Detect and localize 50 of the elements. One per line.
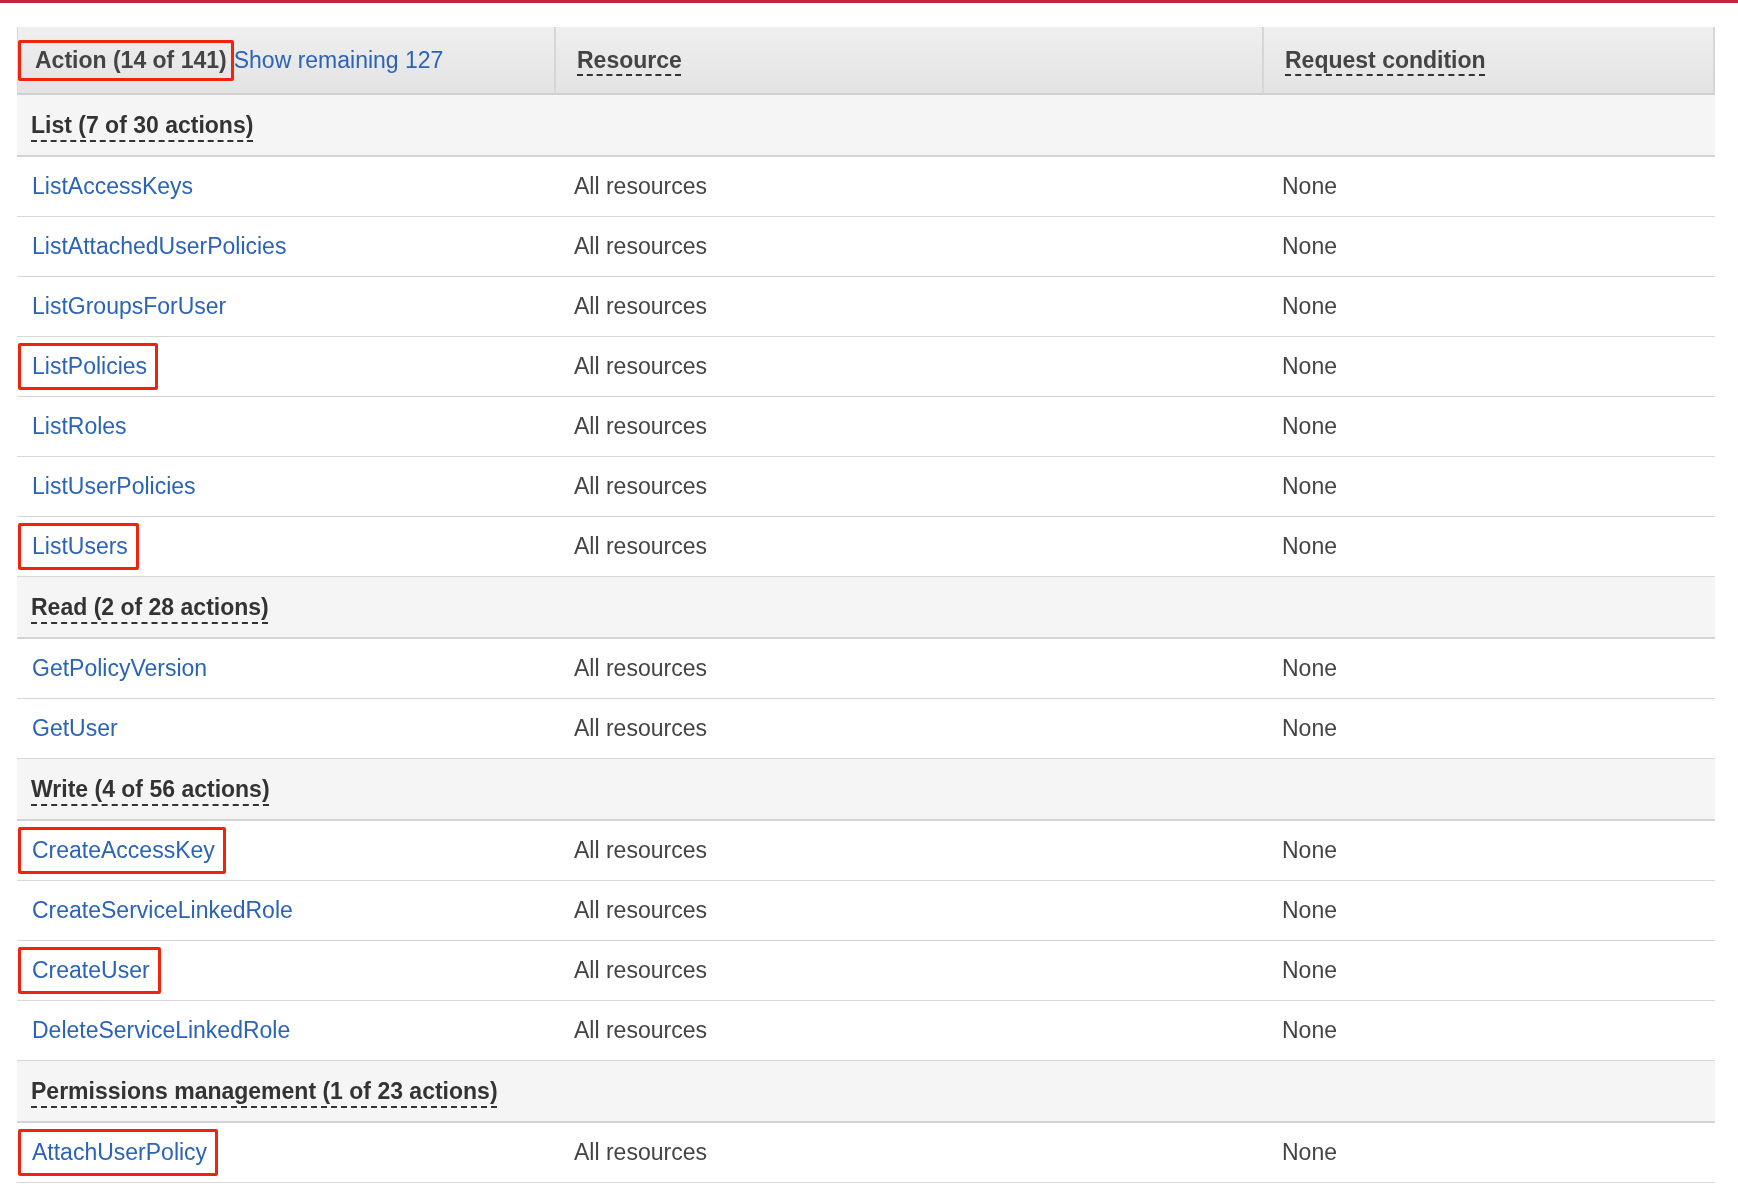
table-cell: All resources — [574, 897, 707, 924]
table-cell: All resources — [574, 293, 707, 320]
table-cell: All resources — [574, 353, 707, 380]
action-link[interactable]: AttachUserPolicy — [18, 1129, 219, 1176]
action-link[interactable]: ListPolicies — [18, 343, 159, 390]
table-cell: All resources — [574, 173, 707, 200]
group-title: Read (2 of 28 actions) — [31, 593, 269, 621]
table-cell: All resources — [574, 413, 707, 440]
table-cell: All resources — [574, 533, 707, 560]
table-cell: All resources — [574, 473, 707, 500]
column-title: Action (14 of 141) — [18, 39, 234, 81]
table-cell: All resources — [574, 715, 707, 742]
action-link[interactable]: ListAccessKeys — [18, 163, 205, 210]
table-cell: All resources — [574, 655, 707, 682]
table-cell: All resources — [574, 837, 707, 864]
table-cell: None — [1282, 413, 1337, 440]
table-cell: None — [1282, 473, 1337, 500]
table-cell: None — [1282, 1017, 1337, 1044]
table-cell: None — [1282, 293, 1337, 320]
table-cell: None — [1282, 957, 1337, 984]
column-title: Request condition — [1284, 45, 1487, 75]
group-title: Write (4 of 56 actions) — [31, 775, 270, 803]
table-cell: None — [1282, 1139, 1337, 1166]
show-remaining-link[interactable]: Show remaining 127 — [233, 46, 444, 74]
group-title: List (7 of 30 actions) — [31, 111, 254, 139]
action-link[interactable]: DeleteServiceLinkedRole — [18, 1007, 302, 1054]
action-link[interactable]: CreateUser — [18, 947, 161, 994]
column-title: Resource — [576, 45, 683, 75]
action-link[interactable]: GetUser — [18, 705, 129, 752]
table-cell: All resources — [574, 1139, 707, 1166]
table-cell: None — [1282, 715, 1337, 742]
action-link[interactable]: ListRoles — [18, 403, 138, 450]
action-link[interactable]: CreateAccessKey — [18, 827, 226, 874]
action-link[interactable]: ListUserPolicies — [18, 463, 207, 510]
table-cell: None — [1282, 533, 1337, 560]
group-title: Permissions management (1 of 23 actions) — [31, 1077, 498, 1105]
table-cell: All resources — [574, 233, 707, 260]
table-cell: None — [1282, 655, 1337, 682]
table-cell: None — [1282, 353, 1337, 380]
action-link[interactable]: GetPolicyVersion — [18, 645, 219, 692]
action-link[interactable]: ListAttachedUserPolicies — [18, 223, 298, 270]
table-cell: None — [1282, 837, 1337, 864]
action-link[interactable]: ListGroupsForUser — [18, 283, 238, 330]
table-cell: All resources — [574, 1017, 707, 1044]
table-cell: None — [1282, 897, 1337, 924]
action-link[interactable]: ListUsers — [18, 523, 139, 570]
action-link[interactable]: CreateServiceLinkedRole — [18, 887, 304, 934]
table-cell: All resources — [574, 957, 707, 984]
table-cell: None — [1282, 173, 1337, 200]
table-cell: None — [1282, 233, 1337, 260]
